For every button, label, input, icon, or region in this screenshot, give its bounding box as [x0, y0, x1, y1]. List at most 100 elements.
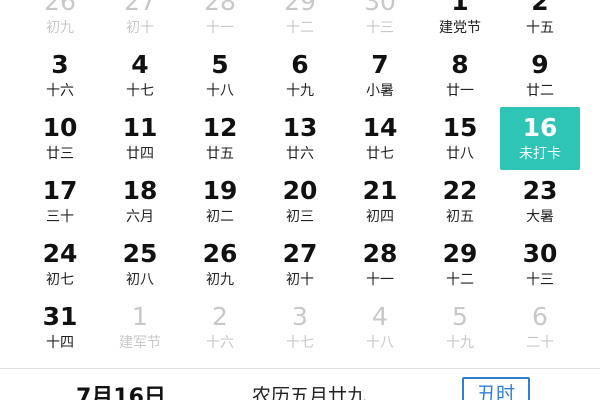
calendar-day-cell[interactable]: 9 廿二 [500, 44, 580, 107]
calendar-day-cell[interactable]: 2 十五 [500, 0, 580, 44]
calendar-page: 26 初九 27 初十 28 十一 29 十二 30 十三 1 建党节 2 十五 3 十六 4 十七 5 十八 6 十九 7… [0, 0, 600, 400]
day-number: 5 [211, 50, 229, 79]
calendar-day-cell[interactable]: 1 建党节 [420, 0, 500, 44]
day-number: 16 [522, 113, 558, 142]
day-lunar-label: 初五 [446, 209, 474, 225]
day-lunar-label: 十二 [286, 20, 314, 36]
calendar-day-cell[interactable]: 21 初四 [340, 170, 420, 233]
calendar-day-cell[interactable]: 26 初九 [180, 233, 260, 296]
calendar-day-cell[interactable]: 4 十七 [100, 44, 180, 107]
day-lunar-label: 十五 [526, 20, 554, 36]
day-lunar-label: 初三 [286, 209, 314, 225]
calendar-day-cell[interactable]: 12 廿五 [180, 107, 260, 170]
calendar-day-cell[interactable]: 4 十八 [340, 296, 420, 359]
calendar-day-cell[interactable]: 23 大暑 [500, 170, 580, 233]
day-lunar-label: 廿八 [446, 146, 474, 162]
selected-date-footer: 7月16日 农历五月廿九 丑时 [0, 368, 600, 400]
calendar-day-cell[interactable]: 5 十九 [420, 296, 500, 359]
shichen-badge[interactable]: 丑时 [462, 377, 530, 400]
day-lunar-label: 建党节 [439, 20, 481, 36]
calendar-day-cell[interactable]: 24 初七 [20, 233, 100, 296]
day-lunar-label: 十六 [46, 83, 74, 99]
calendar-day-cell[interactable]: 2 十六 [180, 296, 260, 359]
day-number: 2 [212, 302, 228, 331]
calendar-day-cell[interactable]: 13 廿六 [260, 107, 340, 170]
day-number: 24 [42, 239, 78, 268]
calendar-day-cell[interactable]: 29 十二 [420, 233, 500, 296]
calendar-day-cell[interactable]: 30 十三 [340, 0, 420, 44]
calendar-day-cell-selected[interactable]: 16 未打卡 [500, 107, 580, 170]
day-number: 27 [124, 0, 156, 16]
day-number: 29 [284, 0, 316, 16]
calendar-day-cell[interactable]: 28 十一 [180, 0, 260, 44]
day-lunar-label: 十一 [206, 20, 234, 36]
calendar-day-cell[interactable]: 5 十八 [180, 44, 260, 107]
day-lunar-label: 廿七 [366, 146, 394, 162]
calendar-day-cell[interactable]: 19 初二 [180, 170, 260, 233]
day-number: 3 [292, 302, 308, 331]
day-number: 19 [202, 176, 238, 205]
calendar-day-cell[interactable]: 14 廿七 [340, 107, 420, 170]
day-lunar-label: 初八 [126, 272, 154, 288]
day-number: 30 [364, 0, 396, 16]
day-lunar-label: 廿四 [126, 146, 154, 162]
day-number: 23 [522, 176, 558, 205]
calendar-day-cell[interactable]: 3 十七 [260, 296, 340, 359]
day-lunar-label: 六月 [126, 209, 154, 225]
day-number: 17 [42, 176, 78, 205]
calendar-day-cell[interactable]: 26 初九 [20, 0, 100, 44]
calendar-day-cell[interactable]: 20 初三 [260, 170, 340, 233]
day-number: 10 [42, 113, 78, 142]
calendar-day-cell[interactable]: 1 建军节 [100, 296, 180, 359]
day-number: 31 [42, 302, 78, 331]
calendar-day-cell[interactable]: 27 初十 [100, 0, 180, 44]
calendar-day-cell[interactable]: 10 廿三 [20, 107, 100, 170]
day-number: 30 [522, 239, 558, 268]
calendar-week-row: 26 初九 27 初十 28 十一 29 十二 30 十三 1 建党节 2 十五 [20, 0, 580, 44]
calendar-day-cell[interactable]: 18 六月 [100, 170, 180, 233]
calendar-week-row: 17 三十 18 六月 19 初二 20 初三 21 初四 22 初五 23 大暑 [20, 170, 580, 233]
day-number: 4 [372, 302, 388, 331]
day-lunar-label: 大暑 [526, 209, 554, 225]
day-number: 12 [202, 113, 238, 142]
day-number: 6 [532, 302, 548, 331]
day-lunar-label: 十三 [366, 20, 394, 36]
calendar-day-cell[interactable]: 27 初十 [260, 233, 340, 296]
calendar-day-cell[interactable]: 6 二十 [500, 296, 580, 359]
calendar-day-cell[interactable]: 3 十六 [20, 44, 100, 107]
day-number: 18 [122, 176, 158, 205]
calendar-day-cell[interactable]: 28 十一 [340, 233, 420, 296]
day-lunar-label: 三十 [46, 209, 74, 225]
calendar-day-cell[interactable]: 30 十三 [500, 233, 580, 296]
calendar-day-cell[interactable]: 15 廿八 [420, 107, 500, 170]
day-lunar-label: 初七 [46, 272, 74, 288]
day-number: 9 [531, 50, 549, 79]
day-number: 27 [282, 239, 318, 268]
day-lunar-label: 十一 [366, 272, 394, 288]
calendar-day-cell[interactable]: 31 十四 [20, 296, 100, 359]
calendar-day-cell[interactable]: 7 小暑 [340, 44, 420, 107]
calendar-week-row: 31 十四 1 建军节 2 十六 3 十七 4 十八 5 十九 6 二十 [20, 296, 580, 359]
calendar-day-cell[interactable]: 11 廿四 [100, 107, 180, 170]
day-number: 2 [531, 0, 549, 16]
calendar-day-cell[interactable]: 22 初五 [420, 170, 500, 233]
day-number: 28 [204, 0, 236, 16]
calendar-day-cell[interactable]: 17 三十 [20, 170, 100, 233]
calendar-day-cell[interactable]: 29 十二 [260, 0, 340, 44]
day-lunar-label: 未打卡 [519, 146, 561, 162]
day-number: 25 [122, 239, 158, 268]
day-number: 11 [122, 113, 158, 142]
day-lunar-label: 十八 [206, 83, 234, 99]
day-lunar-label: 十七 [126, 83, 154, 99]
day-number: 26 [202, 239, 238, 268]
day-number: 5 [452, 302, 468, 331]
day-number: 7 [371, 50, 389, 79]
day-number: 29 [442, 239, 478, 268]
day-lunar-label: 十八 [366, 335, 394, 351]
day-lunar-label: 初二 [206, 209, 234, 225]
day-lunar-label: 十六 [206, 335, 234, 351]
calendar-day-cell[interactable]: 8 廿一 [420, 44, 500, 107]
calendar-day-cell[interactable]: 6 十九 [260, 44, 340, 107]
day-number: 8 [451, 50, 469, 79]
calendar-day-cell[interactable]: 25 初八 [100, 233, 180, 296]
